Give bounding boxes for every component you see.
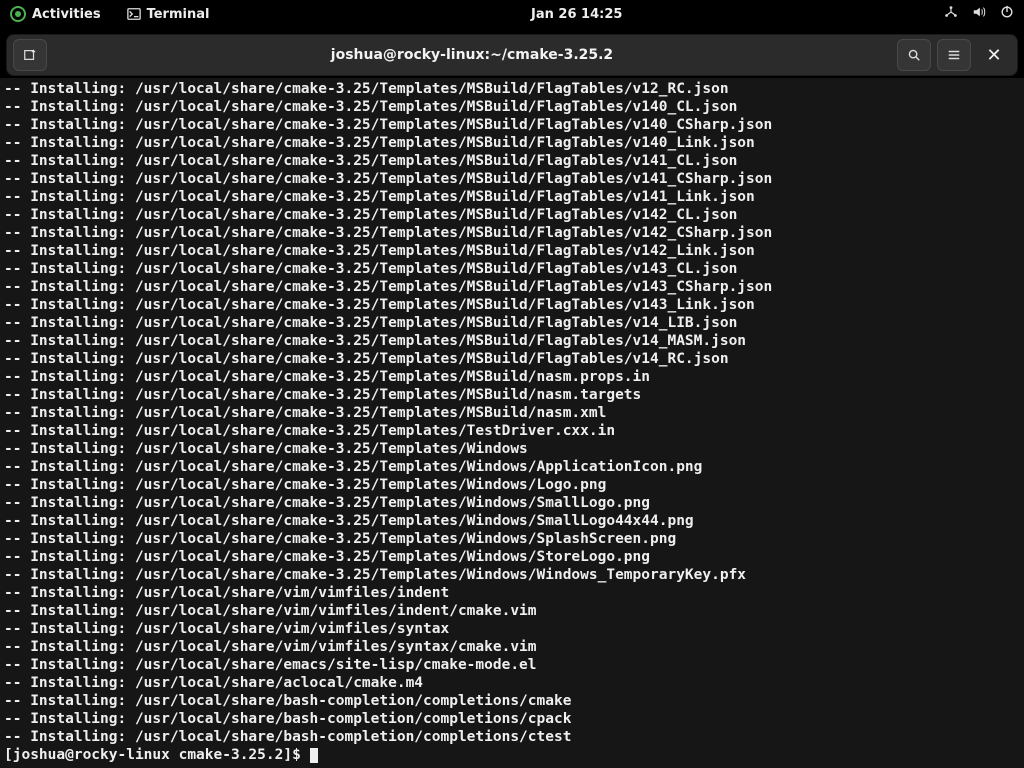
volume-icon[interactable] (972, 5, 986, 23)
terminal-line: -- Installing: /usr/local/share/cmake-3.… (4, 458, 1020, 476)
terminal-line: -- Installing: /usr/local/share/vim/vimf… (4, 638, 1020, 656)
terminal-headerbar: joshua@rocky-linux:~/cmake-3.25.2 ✕ (6, 34, 1018, 76)
terminal-line: -- Installing: /usr/local/share/cmake-3.… (4, 386, 1020, 404)
terminal-line: -- Installing: /usr/local/share/aclocal/… (4, 674, 1020, 692)
terminal-line: -- Installing: /usr/local/share/cmake-3.… (4, 494, 1020, 512)
new-tab-button[interactable] (13, 39, 47, 71)
terminal-line: -- Installing: /usr/local/share/vim/vimf… (4, 584, 1020, 602)
terminal-line: -- Installing: /usr/local/share/bash-com… (4, 728, 1020, 746)
power-icon[interactable] (1000, 5, 1014, 23)
terminal-line: -- Installing: /usr/local/share/cmake-3.… (4, 314, 1020, 332)
terminal-line: -- Installing: /usr/local/share/vim/vimf… (4, 602, 1020, 620)
terminal-line: -- Installing: /usr/local/share/cmake-3.… (4, 476, 1020, 494)
terminal-line: -- Installing: /usr/local/share/cmake-3.… (4, 260, 1020, 278)
terminal-line: -- Installing: /usr/local/share/bash-com… (4, 710, 1020, 728)
terminal-output[interactable]: -- Installing: /usr/local/share/cmake-3.… (0, 78, 1024, 768)
clock[interactable]: Jan 26 14:25 (531, 7, 622, 22)
terminal-line: -- Installing: /usr/local/share/cmake-3.… (4, 530, 1020, 548)
terminal-line: -- Installing: /usr/local/share/cmake-3.… (4, 224, 1020, 242)
terminal-line: -- Installing: /usr/local/share/cmake-3.… (4, 296, 1020, 314)
terminal-line: -- Installing: /usr/local/share/cmake-3.… (4, 206, 1020, 224)
terminal-line: -- Installing: /usr/local/share/cmake-3.… (4, 278, 1020, 296)
search-icon (907, 48, 921, 62)
cursor (310, 748, 318, 763)
topbar-app-label: Terminal (147, 7, 210, 22)
terminal-line: -- Installing: /usr/local/share/cmake-3.… (4, 98, 1020, 116)
close-icon: ✕ (986, 45, 1001, 66)
terminal-line: -- Installing: /usr/local/share/cmake-3.… (4, 548, 1020, 566)
terminal-line: -- Installing: /usr/local/share/cmake-3.… (4, 134, 1020, 152)
network-icon[interactable] (944, 5, 958, 23)
shell-prompt[interactable]: [joshua@rocky-linux cmake-3.25.2]$ (4, 746, 1020, 764)
terminal-line: -- Installing: /usr/local/share/cmake-3.… (4, 80, 1020, 98)
activities-icon (10, 6, 26, 22)
menu-button[interactable] (937, 39, 971, 71)
terminal-line: -- Installing: /usr/local/share/emacs/si… (4, 656, 1020, 674)
new-tab-icon (23, 48, 37, 62)
terminal-line: -- Installing: /usr/local/share/cmake-3.… (4, 242, 1020, 260)
terminal-line: -- Installing: /usr/local/share/vim/vimf… (4, 620, 1020, 638)
terminal-line: -- Installing: /usr/local/share/cmake-3.… (4, 350, 1020, 368)
close-button[interactable]: ✕ (977, 39, 1011, 71)
terminal-line: -- Installing: /usr/local/share/cmake-3.… (4, 404, 1020, 422)
hamburger-icon (947, 48, 961, 62)
terminal-line: -- Installing: /usr/local/share/cmake-3.… (4, 368, 1020, 386)
terminal-icon (127, 7, 141, 21)
terminal-line: -- Installing: /usr/local/share/cmake-3.… (4, 422, 1020, 440)
terminal-line: -- Installing: /usr/local/share/cmake-3.… (4, 332, 1020, 350)
terminal-line: -- Installing: /usr/local/share/cmake-3.… (4, 440, 1020, 458)
activities-label: Activities (32, 7, 101, 22)
activities-button[interactable]: Activities (10, 6, 101, 22)
window-title: joshua@rocky-linux:~/cmake-3.25.2 (53, 47, 891, 63)
terminal-line: -- Installing: /usr/local/share/cmake-3.… (4, 188, 1020, 206)
terminal-line: -- Installing: /usr/local/share/cmake-3.… (4, 566, 1020, 584)
terminal-line: -- Installing: /usr/local/share/cmake-3.… (4, 116, 1020, 134)
terminal-line: -- Installing: /usr/local/share/cmake-3.… (4, 512, 1020, 530)
gnome-topbar: Activities Terminal Jan 26 14:25 (0, 0, 1024, 28)
search-button[interactable] (897, 39, 931, 71)
terminal-line: -- Installing: /usr/local/share/bash-com… (4, 692, 1020, 710)
terminal-line: -- Installing: /usr/local/share/cmake-3.… (4, 152, 1020, 170)
topbar-app-indicator[interactable]: Terminal (127, 7, 210, 22)
terminal-line: -- Installing: /usr/local/share/cmake-3.… (4, 170, 1020, 188)
